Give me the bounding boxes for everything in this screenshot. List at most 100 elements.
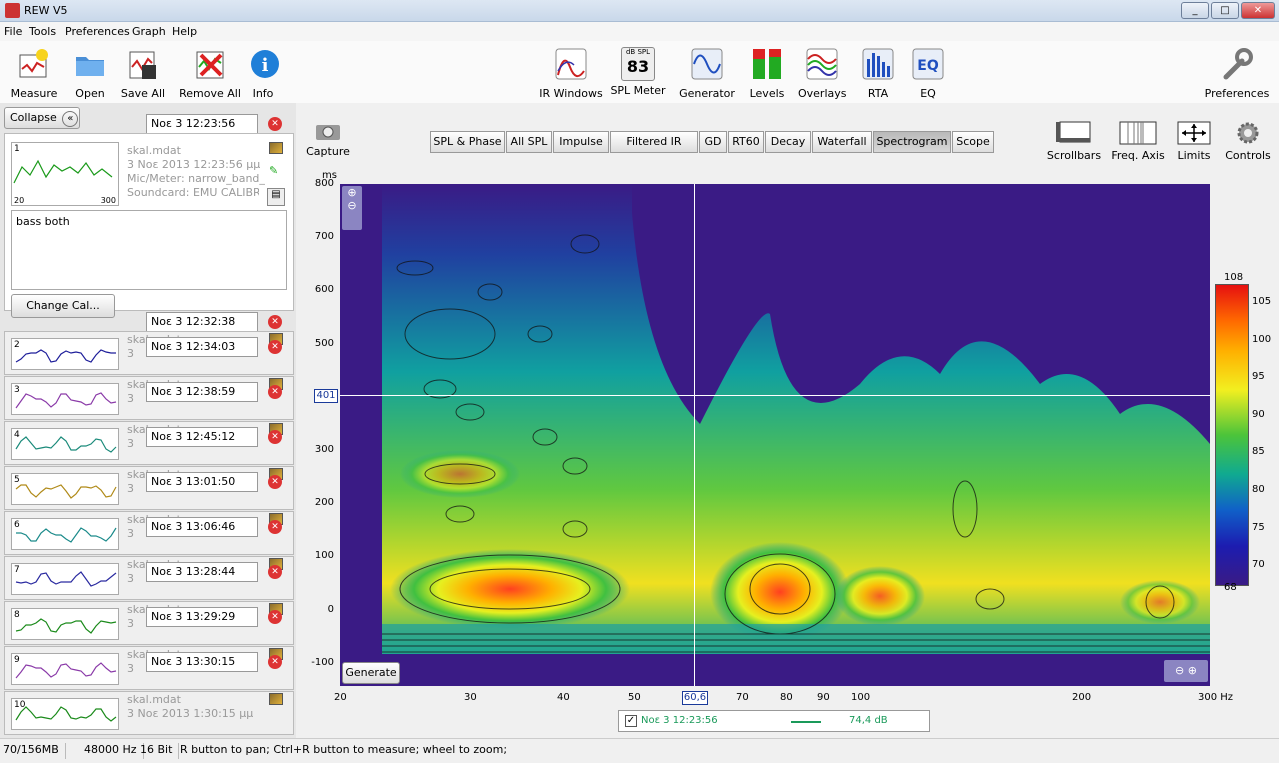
menu-help[interactable]: Help <box>172 25 197 38</box>
zoom-in-icon[interactable]: ⊕ <box>342 186 362 199</box>
y-tick-label: 200 <box>314 497 334 508</box>
info-button[interactable]: i Info <box>248 47 279 100</box>
tab-spectrogram[interactable]: Spectrogram <box>873 131 951 153</box>
measurement-datetime-field[interactable]: Νοε 3 13:29:29 <box>146 607 258 627</box>
status-hint: R button to pan; Ctrl+R button to measur… <box>180 743 508 756</box>
measurement-thumbnail: 2 <box>11 338 119 370</box>
tab-all-spl[interactable]: All SPL <box>506 131 552 153</box>
tab-gd[interactable]: GD <box>699 131 727 153</box>
measurement-card[interactable]: 10 skal.mdat 3 Νοε 2013 1:30:15 μμ <box>4 691 294 735</box>
measurement-datetime-field[interactable]: Νοε 3 12:38:59 <box>146 382 258 402</box>
edit-icon[interactable] <box>269 142 283 154</box>
collapse-button[interactable]: Collapse « <box>4 107 80 129</box>
colorbar-tick-label: 95 <box>1252 371 1265 382</box>
spl-meter-label: SPL Meter <box>610 84 666 97</box>
tab-decay[interactable]: Decay <box>765 131 811 153</box>
y-tick-label: 100 <box>314 550 334 561</box>
generator-button[interactable]: Generator <box>678 47 736 100</box>
svg-text:EQ: EQ <box>917 58 939 74</box>
menu-tools[interactable]: Tools <box>29 25 56 38</box>
open-button[interactable]: Open <box>68 47 112 100</box>
menu-preferences[interactable]: Preferences <box>65 25 130 38</box>
measurement-filename: skal.mdat <box>127 693 181 706</box>
graph-legend: ✓ Νοε 3 12:23:56 74,4 dB <box>618 710 930 732</box>
colorbar-tick-label: 105 <box>1252 296 1272 307</box>
response-curve <box>15 706 117 722</box>
remove-measurement-icon[interactable]: ✕ <box>268 340 282 354</box>
measure-button[interactable]: Measure <box>8 47 60 100</box>
measurement-datetime-field[interactable]: Νοε 3 13:06:46 <box>146 517 258 537</box>
close-button[interactable]: ✕ <box>1241 2 1275 19</box>
measurement-thumbnail: 7 <box>11 563 119 595</box>
measurement-datetime-field[interactable]: Νοε 3 12:32:38 <box>146 312 258 332</box>
remove-measurement-icon[interactable]: ✕ <box>268 315 282 329</box>
zoom-controls-horizontal[interactable]: ⊖ ⊕ <box>1164 660 1208 682</box>
remove-measurement-icon[interactable]: ✕ <box>268 475 282 489</box>
measurement-date: 3 Νοε 2013 1:30:15 μμ <box>127 707 254 720</box>
tab-impulse[interactable]: Impulse <box>553 131 609 153</box>
overlays-button[interactable]: Overlays <box>798 47 847 100</box>
zoom-out-icon[interactable]: ⊖ <box>342 199 362 212</box>
cursor-x-readout: 60,6 <box>682 691 708 705</box>
ir-windows-button[interactable]: IR Windows <box>538 47 604 100</box>
freq-axis-button[interactable]: Freq. Axis <box>1110 120 1166 162</box>
measurement-datetime-field[interactable]: Νοε 3 13:30:15 <box>146 652 258 672</box>
eq-button[interactable]: EQ EQ <box>910 47 946 100</box>
menu-file[interactable]: File <box>4 25 22 38</box>
save-all-button[interactable]: Save All <box>120 47 166 100</box>
x-tick-label: 30 <box>464 692 477 703</box>
selected-thumbnail: 1 20 300 <box>11 142 119 206</box>
measurement-datetime-field[interactable]: Νοε 3 12:45:12 <box>146 427 258 447</box>
gear-icon <box>1237 122 1259 144</box>
change-cal-button[interactable]: Change Cal... <box>11 294 115 318</box>
controls-button[interactable]: Controls <box>1222 120 1274 162</box>
maximize-button[interactable]: □ <box>1211 2 1239 19</box>
levels-button[interactable]: Levels <box>748 47 786 100</box>
zoom-controls-vertical[interactable]: ⊕ ⊖ <box>342 186 362 230</box>
remove-measurement-icon[interactable]: ✕ <box>268 520 282 534</box>
tab-rt60[interactable]: RT60 <box>728 131 764 153</box>
x-tick-label: 50 <box>628 692 641 703</box>
main-toolbar: Measure Open Save All Remove All i Info … <box>0 41 1279 103</box>
controls-label: Controls <box>1225 149 1271 162</box>
tab-waterfall[interactable]: Waterfall <box>812 131 872 153</box>
spectrogram-plot[interactable]: ⊕ ⊖ ⊖ ⊕ Generate <box>340 184 1210 686</box>
rta-button[interactable]: RTA <box>860 47 896 100</box>
measurement-datetime-field[interactable]: Νοε 3 13:01:50 <box>146 472 258 492</box>
mic-icon[interactable]: ✎ <box>269 164 285 178</box>
remove-measurement-icon[interactable]: ✕ <box>268 117 282 131</box>
generate-button[interactable]: Generate <box>342 662 400 684</box>
selected-measurement-card[interactable]: 1 20 300 skal.mdat 3 Νοε 2013 12:23:56 μ… <box>4 133 294 318</box>
rta-icon <box>862 48 894 80</box>
menu-graph[interactable]: Graph <box>132 25 166 38</box>
tab-scope[interactable]: Scope <box>952 131 994 153</box>
capture-button[interactable]: Capture <box>306 120 350 158</box>
measurement-datetime-field[interactable]: Νοε 3 13:28:44 <box>146 562 258 582</box>
thumb-axis-low: 20 <box>14 196 25 205</box>
notes-textarea[interactable]: bass both <box>11 210 287 290</box>
selected-datetime-field[interactable]: Νοε 3 12:23:56 <box>146 114 258 134</box>
remove-measurement-icon[interactable]: ✕ <box>268 385 282 399</box>
folder-icon <box>76 57 104 76</box>
spl-meter-button[interactable]: dB SPL 83 SPL Meter <box>610 47 666 97</box>
status-bar: 70/156MB 48000 Hz 16 Bit R button to pan… <box>0 738 1279 760</box>
remove-all-button[interactable]: Remove All <box>178 47 242 100</box>
remove-measurement-icon[interactable]: ✕ <box>268 610 282 624</box>
remove-measurement-icon[interactable]: ✕ <box>268 655 282 669</box>
minimize-button[interactable]: _ <box>1181 2 1209 19</box>
remove-measurement-icon[interactable]: ✕ <box>268 565 282 579</box>
notes-icon[interactable]: ▤ <box>267 188 285 206</box>
selected-date: 3 Νοε 2013 12:23:56 μμ <box>127 158 261 171</box>
remove-measurement-icon[interactable]: ✕ <box>268 430 282 444</box>
scrollbars-button[interactable]: Scrollbars <box>1046 120 1102 162</box>
preferences-button[interactable]: Preferences <box>1204 47 1270 100</box>
edit-icon[interactable] <box>269 693 283 705</box>
measurement-thumbnail: 10 <box>11 698 119 730</box>
colorbar-tick-label: 85 <box>1252 446 1265 457</box>
limits-button[interactable]: Limits <box>1170 120 1218 162</box>
tab-filtered-ir[interactable]: Filtered IR <box>610 131 698 153</box>
legend-checkbox[interactable]: ✓ <box>625 715 637 727</box>
measurement-datetime-field[interactable]: Νοε 3 12:34:03 <box>146 337 258 357</box>
tab-spl-phase[interactable]: SPL & Phase <box>430 131 505 153</box>
x-tick-label: 100 <box>851 692 871 703</box>
